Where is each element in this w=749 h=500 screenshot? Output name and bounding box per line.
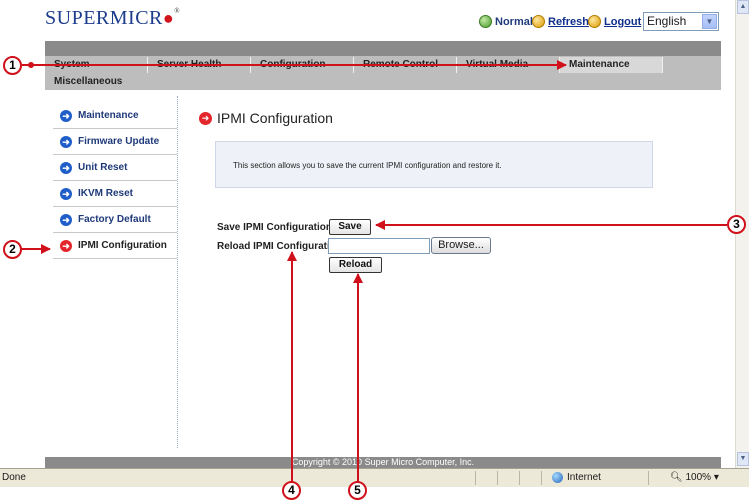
arrow-right-icon: ➜ bbox=[199, 111, 212, 125]
file-path-input[interactable] bbox=[328, 238, 430, 254]
brand-mark: ® bbox=[174, 7, 181, 15]
status-separator bbox=[648, 471, 649, 485]
security-zone: Internet bbox=[552, 472, 601, 483]
sidebar-item-unit-reset[interactable]: ➜ Unit Reset bbox=[53, 155, 177, 181]
zone-label: Internet bbox=[567, 472, 601, 483]
arrow-right-icon: ➜ bbox=[60, 161, 72, 174]
nav-band bbox=[45, 41, 721, 56]
callout-dot-1 bbox=[28, 62, 34, 68]
check-icon bbox=[479, 15, 492, 28]
scroll-down-icon[interactable]: ▼ bbox=[737, 452, 749, 466]
tab-virtual-media[interactable]: Virtual Media bbox=[457, 57, 560, 73]
supermicro-logo: SUPERMICR●® bbox=[45, 7, 180, 30]
sidebar-item-label: Unit Reset bbox=[78, 162, 128, 173]
tab-maintenance[interactable]: Maintenance bbox=[560, 57, 663, 73]
arrow-right-icon: ➜ bbox=[60, 187, 72, 200]
arrow-right-icon: ➜ bbox=[60, 213, 72, 226]
browser-status-bar: Done Internet 🔍︎ 100% ▾ bbox=[0, 468, 749, 487]
info-box: This section allows you to save the curr… bbox=[215, 141, 653, 188]
status-separator bbox=[497, 471, 498, 485]
status-normal: Normal bbox=[479, 15, 533, 28]
refresh-link[interactable]: Refresh bbox=[532, 15, 589, 28]
callout-2: 2 bbox=[3, 240, 22, 259]
sidebar-item-ipmi-configuration[interactable]: ➜ IPMI Configuration bbox=[53, 233, 177, 259]
tab-configuration[interactable]: Configuration bbox=[251, 57, 354, 73]
main-nav: System Server Health Configuration Remot… bbox=[45, 41, 721, 90]
sidebar-item-label: Firmware Update bbox=[78, 136, 160, 147]
save-config-label: Save IPMI Configuration bbox=[217, 222, 333, 233]
refresh-label[interactable]: Refresh bbox=[548, 16, 589, 28]
scroll-up-icon[interactable]: ▲ bbox=[737, 0, 749, 14]
arrow-right-icon: ➜ bbox=[60, 239, 72, 252]
status-normal-label: Normal bbox=[495, 15, 533, 28]
sidebar-item-label: Maintenance bbox=[78, 110, 139, 121]
chevron-down-icon[interactable]: ▼ bbox=[702, 14, 717, 29]
language-value: English bbox=[647, 14, 687, 28]
browse-button[interactable]: Browse... bbox=[431, 237, 491, 254]
tab-system[interactable]: System bbox=[45, 57, 148, 73]
sidebar: ➜ Maintenance ➜ Firmware Update ➜ Unit R… bbox=[53, 103, 177, 259]
tab-remote-control[interactable]: Remote Control bbox=[354, 57, 457, 73]
sidebar-item-label: IPMI Configuration bbox=[78, 240, 167, 251]
brand-dot: ● bbox=[162, 8, 175, 28]
reload-config-label: Reload IPMI Configuration bbox=[217, 241, 342, 252]
globe-icon bbox=[552, 472, 563, 483]
brand-name: SUPERMICR bbox=[45, 7, 163, 29]
save-button[interactable]: Save bbox=[329, 219, 371, 235]
zoom-level[interactable]: 🔍︎ 100% ▾ bbox=[670, 472, 719, 483]
callout-3: 3 bbox=[727, 215, 746, 234]
sidebar-divider bbox=[177, 96, 178, 448]
sidebar-item-label: Factory Default bbox=[78, 214, 151, 225]
callout-5: 5 bbox=[348, 481, 367, 500]
sidebar-item-factory-default[interactable]: ➜ Factory Default bbox=[53, 207, 177, 233]
logout-icon bbox=[588, 15, 601, 28]
status-separator bbox=[519, 471, 520, 485]
callout-4: 4 bbox=[282, 481, 301, 500]
tab-miscellaneous[interactable]: Miscellaneous bbox=[45, 73, 122, 90]
sidebar-item-maintenance[interactable]: ➜ Maintenance bbox=[53, 103, 177, 129]
arrow-right-icon: ➜ bbox=[60, 135, 72, 148]
vertical-scrollbar[interactable]: ▲ ▼ bbox=[735, 0, 749, 468]
copyright-footer: Copyright © 2010 Super Micro Computer, I… bbox=[45, 457, 721, 468]
sidebar-item-label: IKVM Reset bbox=[78, 188, 134, 199]
tab-server-health[interactable]: Server Health bbox=[148, 57, 251, 73]
sidebar-item-firmware-update[interactable]: ➜ Firmware Update bbox=[53, 129, 177, 155]
status-done: Done bbox=[2, 472, 26, 483]
header: SUPERMICR●® Normal Refresh Logout Englis… bbox=[0, 0, 749, 40]
logout-label[interactable]: Logout bbox=[604, 16, 641, 28]
info-text: This section allows you to save the curr… bbox=[233, 161, 502, 170]
status-separator bbox=[541, 471, 542, 485]
sidebar-item-ikvm-reset[interactable]: ➜ IKVM Reset bbox=[53, 181, 177, 207]
arrow-right-icon: ➜ bbox=[60, 109, 72, 122]
refresh-icon bbox=[532, 15, 545, 28]
logout-link[interactable]: Logout bbox=[588, 15, 641, 28]
callout-1: 1 bbox=[3, 56, 22, 75]
status-separator bbox=[475, 471, 476, 485]
reload-button[interactable]: Reload bbox=[329, 257, 382, 273]
language-select[interactable]: English ▼ bbox=[643, 12, 719, 31]
zoom-value: 100% bbox=[685, 472, 712, 483]
page-title-text: IPMI Configuration bbox=[217, 110, 333, 126]
page-title: ➜ IPMI Configuration bbox=[199, 110, 333, 126]
